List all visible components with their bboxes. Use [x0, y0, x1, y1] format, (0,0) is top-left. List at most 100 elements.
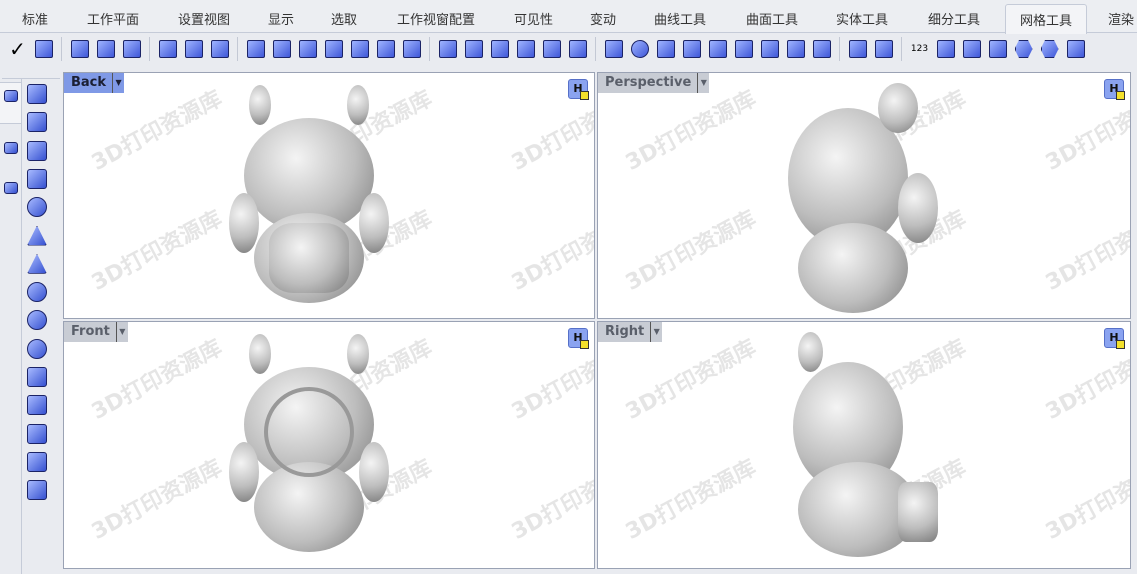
watermark: 3D打印资源库	[621, 455, 761, 545]
mesh-vertex-icon[interactable]	[540, 38, 563, 61]
stack-up-icon[interactable]	[846, 38, 869, 61]
viewport-front[interactable]: 3D打印资源库 3D打印资源库 3D打印资源库 3D打印资源库 3D打印资源库 3D打印资…	[63, 321, 595, 569]
tab-13[interactable]: 渲染	[1108, 9, 1134, 28]
delete-face-icon[interactable]	[758, 38, 781, 61]
mesh-cylinder-icon[interactable]	[27, 197, 47, 218]
cube-mesh-icon[interactable]	[654, 38, 677, 61]
toolbar-separator	[61, 37, 62, 61]
bend-icon[interactable]	[732, 38, 755, 61]
mesh-patch-icon[interactable]	[27, 367, 47, 387]
mesh-layers-icon[interactable]	[436, 38, 459, 61]
tab-5[interactable]: 工作视窗配置	[397, 9, 475, 28]
dragon-model-part	[898, 173, 938, 243]
mesh-patch-icon[interactable]	[488, 38, 511, 61]
mesh-cage-icon[interactable]	[27, 480, 47, 501]
mesh-box-icon[interactable]	[27, 168, 47, 189]
mesh-torus-icon[interactable]	[27, 338, 47, 359]
chevron-down-icon[interactable]: ▼	[697, 73, 709, 93]
project-icon[interactable]	[374, 38, 397, 61]
mesh-quad-icon[interactable]	[514, 38, 537, 61]
hole-icon[interactable]	[810, 38, 833, 61]
tab-10[interactable]: 实体工具	[836, 9, 888, 28]
tab-0[interactable]: 标准	[22, 9, 48, 28]
mesh-offset-icon[interactable]	[27, 451, 47, 472]
tab-12[interactable]: 网格工具	[1005, 4, 1088, 34]
viewport-title[interactable]: Front ▼	[64, 322, 128, 342]
watermark: 3D打印资源库	[87, 86, 227, 176]
mesh-sphere-icon[interactable]	[27, 282, 47, 303]
mesh-ellipsoid-icon[interactable]	[27, 310, 47, 331]
hexagon-split-icon[interactable]	[1038, 38, 1061, 61]
split-icon[interactable]	[680, 38, 703, 61]
spheres-icon[interactable]	[628, 38, 651, 61]
mesh-cone-icon[interactable]	[27, 225, 47, 246]
dragon-model-part	[359, 442, 389, 502]
tab-3[interactable]: 显示	[268, 9, 294, 28]
hidden-objects-button[interactable]: H	[1104, 328, 1125, 349]
viewport-title[interactable]: Perspective ▼	[598, 73, 710, 93]
dragon-model-part	[798, 223, 908, 313]
viewport-perspective[interactable]: 3D打印资源库3D打印资源库3D打印资源库3D打印资源库3D打印资源库3D打印资…	[597, 72, 1131, 319]
mesh-heightfield-icon[interactable]	[27, 395, 47, 416]
hidden-objects-button[interactable]: H	[1104, 79, 1125, 100]
add-mesh-icon[interactable]	[270, 38, 293, 61]
viewport-title[interactable]: Back ▼	[64, 73, 125, 93]
mesh-truncated-cone-icon[interactable]	[27, 253, 47, 274]
scissor-icon[interactable]	[400, 38, 423, 61]
tab-9[interactable]: 曲面工具	[746, 9, 798, 28]
viewport-right[interactable]: 3D打印资源库3D打印资源库3D打印资源库3D打印资源库3D打印资源库3D打印资…	[597, 321, 1131, 569]
hidden-objects-button[interactable]: H	[568, 79, 589, 100]
tab-4[interactable]: 选取	[331, 9, 357, 28]
worker-up-icon[interactable]	[182, 38, 205, 61]
bucket-icon[interactable]	[244, 38, 267, 61]
solid-tab-icon[interactable]	[4, 182, 18, 194]
watermark: 3D打印资源库	[507, 206, 595, 296]
trim-icon[interactable]	[706, 38, 729, 61]
dragon-model-part	[269, 223, 349, 293]
chevron-down-icon[interactable]: ▼	[650, 322, 662, 342]
tab-2[interactable]: 设置视图	[178, 9, 230, 28]
viewport-title[interactable]: Right ▼	[598, 322, 663, 342]
point-tab-icon[interactable]	[4, 142, 18, 154]
watermark: 3D打印资源库	[1041, 455, 1131, 545]
mesh-color-icon[interactable]	[94, 38, 117, 61]
mesh-polygon-icon[interactable]	[27, 112, 47, 133]
unfold-icon[interactable]	[934, 38, 957, 61]
mesh-tab-icon[interactable]	[4, 90, 18, 102]
mesh-plane-icon[interactable]	[27, 84, 47, 104]
hexagon-icon[interactable]	[1012, 38, 1035, 61]
mesh-tools-toolbar: ✓ 123	[0, 33, 1137, 65]
mesh-explode-icon[interactable]	[27, 423, 47, 444]
mesh-grid-icon[interactable]	[120, 38, 143, 61]
tab-1[interactable]: 工作平面	[87, 9, 139, 28]
slab-icon[interactable]	[1064, 38, 1087, 61]
watermark: 3D打印资源库	[621, 86, 761, 176]
mesh-surface-icon[interactable]	[462, 38, 485, 61]
chevron-down-icon[interactable]: ▼	[115, 322, 128, 342]
chevron-down-icon[interactable]: ▼	[112, 73, 124, 93]
mesh-panel-icon[interactable]	[68, 38, 91, 61]
watermark: 3D打印资源库	[507, 455, 595, 545]
check-icon[interactable]: ✓	[6, 37, 29, 61]
tab-6[interactable]: 可见性	[514, 9, 553, 28]
tab-7[interactable]: 变动	[590, 9, 616, 28]
box-icon[interactable]	[960, 38, 983, 61]
wrench-icon[interactable]	[32, 38, 55, 61]
stack-down-icon[interactable]	[872, 38, 895, 61]
worker-arrow-icon[interactable]	[208, 38, 231, 61]
mesh-boolean-icon[interactable]	[602, 38, 625, 61]
numbers-icon[interactable]: 123	[908, 38, 931, 61]
vertex-icon[interactable]	[986, 38, 1009, 61]
skull-icon[interactable]	[296, 38, 319, 61]
tab-8[interactable]: 曲线工具	[654, 9, 706, 28]
mesh-grid-icon[interactable]	[27, 140, 47, 161]
mesh-dots-icon[interactable]	[566, 38, 589, 61]
axis-icon[interactable]	[348, 38, 371, 61]
hidden-objects-button[interactable]: H	[568, 328, 589, 349]
worker-icon[interactable]	[156, 38, 179, 61]
cull-icon[interactable]	[322, 38, 345, 61]
panel-icon[interactable]	[784, 38, 807, 61]
viewport-back[interactable]: 3D打印资源库 3D打印资源库 3D打印资源库 3D打印资源库 3D打印资源库 3D打印资…	[63, 72, 595, 319]
toolbar-separator	[149, 37, 150, 61]
tab-11[interactable]: 细分工具	[928, 9, 980, 28]
